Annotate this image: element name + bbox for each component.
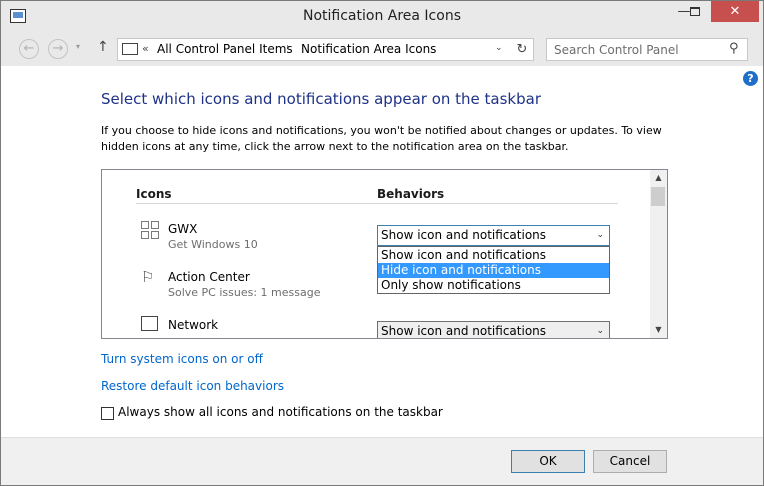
cancel-button[interactable]: Cancel <box>593 450 667 473</box>
row-network-name: Network <box>168 318 219 332</box>
breadcrumb-all-items[interactable]: All Control Panel Items <box>157 42 293 56</box>
always-show-label[interactable]: Always show all icons and notifications … <box>118 405 443 419</box>
chevron-down-icon: ⌄ <box>596 230 604 240</box>
icons-list-panel: Icons Behaviors GWX Get Windows 10 Show … <box>101 169 668 339</box>
restore-defaults-link[interactable]: Restore default icon behaviors <box>101 379 284 393</box>
vertical-scrollbar[interactable]: ▲ ▼ <box>650 170 667 338</box>
address-bar[interactable]: « All Control Panel Items › Notification… <box>117 38 512 61</box>
search-box[interactable]: ⚲ <box>546 38 748 61</box>
turn-system-icons-link[interactable]: Turn system icons on or off <box>101 352 263 366</box>
window-title: Notification Area Icons <box>302 8 461 24</box>
navigation-bar: ← → ▾ ↑ « All Control Panel Items › Noti… <box>1 32 763 66</box>
close-button[interactable]: ✕ <box>711 1 759 22</box>
breadcrumb-notification-area-icons[interactable]: Notification Area Icons <box>301 42 436 56</box>
search-input[interactable] <box>547 39 727 60</box>
intro-text: If you choose to hide icons and notifica… <box>101 124 662 153</box>
header-divider <box>136 203 618 204</box>
breadcrumb-overflow-icon[interactable]: « <box>142 42 149 55</box>
up-arrow-icon[interactable]: ↑ <box>97 39 109 55</box>
column-header-behaviors: Behaviors <box>377 187 445 201</box>
control-panel-window: Notification Area Icons — ✕ ← → ▾ ↑ « Al… <box>0 0 764 486</box>
row-gwx-name: GWX <box>168 222 198 236</box>
scroll-down-icon[interactable]: ▼ <box>650 322 667 338</box>
row-action-center-name: Action Center <box>168 270 250 284</box>
flag-icon: ⚐ <box>141 268 155 286</box>
chevron-down-icon: ⌄ <box>596 326 604 336</box>
breadcrumb-separator-icon[interactable]: › <box>286 42 290 53</box>
dropdown-option-hide[interactable]: Hide icon and notifications <box>378 263 609 278</box>
refresh-icon[interactable]: ↻ <box>511 38 534 61</box>
behavior-dropdown-list: Show icon and notifications Hide icon an… <box>377 246 610 294</box>
control-panel-icon <box>122 43 138 55</box>
network-icon <box>141 316 158 331</box>
back-arrow-icon[interactable]: ← <box>19 39 39 59</box>
row-action-center-subtitle: Solve PC issues: 1 message <box>168 286 321 299</box>
windows-logo-icon <box>141 221 159 239</box>
scroll-up-icon[interactable]: ▲ <box>650 170 667 186</box>
maximize-button[interactable] <box>690 7 700 16</box>
behavior-select-gwx[interactable]: Show icon and notifications ⌄ <box>377 225 610 246</box>
search-icon[interactable]: ⚲ <box>729 41 739 56</box>
title-bar: Notification Area Icons — ✕ <box>1 1 763 32</box>
column-header-icons: Icons <box>136 187 172 201</box>
row-gwx-subtitle: Get Windows 10 <box>168 238 258 251</box>
help-icon[interactable]: ? <box>743 71 758 86</box>
page-title: Select which icons and notifications app… <box>101 90 541 108</box>
behavior-select-network[interactable]: Show icon and notifications ⌄ <box>377 321 610 338</box>
always-show-checkbox[interactable] <box>101 407 114 420</box>
recent-locations-icon[interactable]: ▾ <box>76 42 80 51</box>
behavior-select-value: Show icon and notifications <box>381 228 547 242</box>
dialog-footer: OK Cancel <box>1 437 763 485</box>
scroll-thumb[interactable] <box>651 187 665 206</box>
behavior-select-value: Show icon and notifications <box>381 324 547 338</box>
forward-arrow-icon[interactable]: → <box>48 39 68 59</box>
dropdown-option-notifications-only[interactable]: Only show notifications <box>378 278 609 293</box>
dropdown-option-show[interactable]: Show icon and notifications <box>378 248 609 263</box>
ok-button[interactable]: OK <box>511 450 585 473</box>
chevron-down-icon[interactable]: ⌄ <box>495 43 503 53</box>
